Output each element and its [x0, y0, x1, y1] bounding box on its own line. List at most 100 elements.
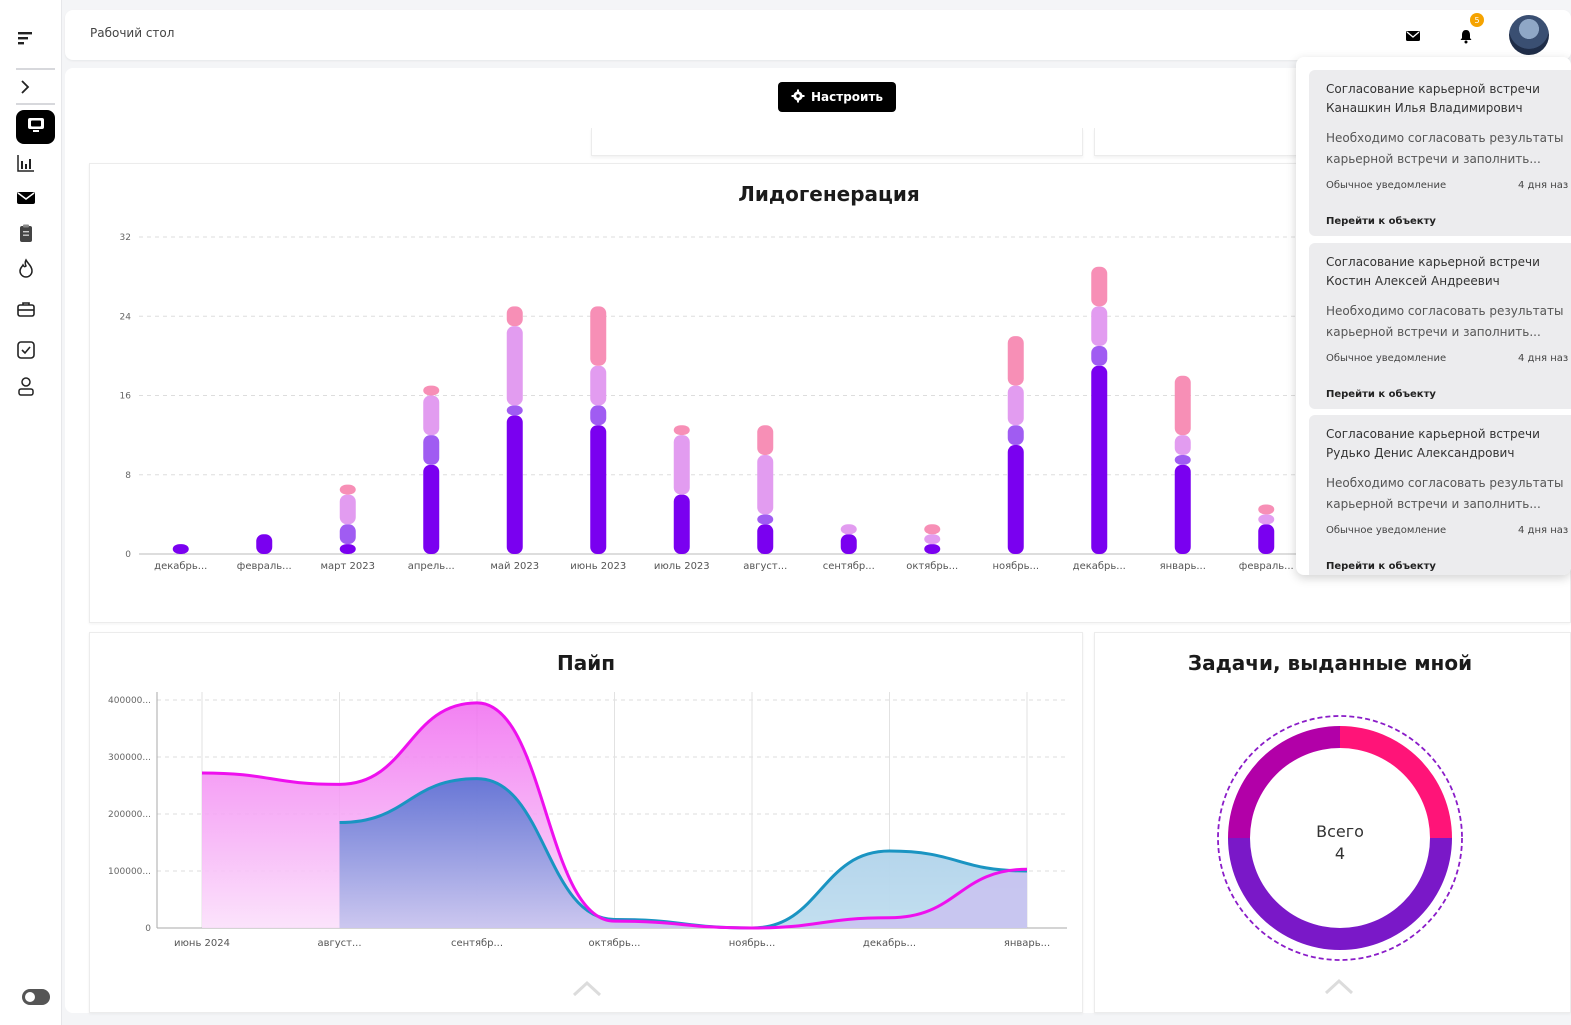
pipe-chart: 0 100000... 200000... 300000... 400000... июн…	[108, 692, 1067, 949]
bar-segment	[1007, 425, 1024, 446]
mail-icon[interactable]	[1401, 24, 1425, 48]
x-tick-label: июнь 2024	[174, 938, 230, 949]
sidebar-item-mail[interactable]	[16, 183, 56, 213]
sidebar-item-profile[interactable]	[16, 371, 56, 401]
y-tick-label: 100000...	[108, 867, 151, 877]
bar-segment	[924, 524, 941, 535]
theme-toggle[interactable]	[22, 989, 50, 1005]
bar-segment	[1091, 345, 1108, 366]
configure-button[interactable]: Настроить	[778, 82, 896, 112]
notification-meta: Обычное уведомление 4 дня наз	[1326, 525, 1571, 539]
bar-segment	[172, 544, 189, 554]
page-title: Рабочий стол	[90, 26, 175, 40]
bar-chart-icon	[16, 153, 36, 173]
bar-segment	[339, 494, 356, 525]
bar-segment	[1258, 524, 1275, 554]
x-tick-label: август...	[317, 938, 361, 949]
mail-icon	[16, 190, 36, 206]
sidebar-divider	[16, 103, 55, 105]
bar-segment	[506, 306, 523, 327]
bar-segment	[506, 326, 523, 406]
bell-icon[interactable]	[1454, 24, 1478, 48]
bar-segment	[423, 464, 440, 554]
x-tick-label: ноябрь...	[992, 561, 1039, 572]
sidebar-item-desktop[interactable]	[16, 110, 55, 144]
sidebar-item-analytics[interactable]	[16, 148, 56, 178]
sidebar-item-documents[interactable]	[16, 218, 56, 248]
y-tick-label: 8	[125, 471, 131, 481]
notification-type: Обычное уведомление	[1326, 525, 1447, 536]
bar-segment	[757, 425, 774, 455]
notification-item[interactable]: Согласование карьерной встречи Рудько Де…	[1309, 415, 1571, 575]
x-tick-label: май 2023	[490, 561, 539, 572]
bar-segment	[757, 524, 774, 554]
checkbox-icon	[16, 340, 36, 360]
bar-segment	[339, 544, 356, 554]
x-tick-label: январь...	[1160, 561, 1206, 572]
bar-segment	[924, 544, 941, 554]
avatar[interactable]	[1509, 15, 1549, 55]
y-tick-label: 200000...	[108, 810, 151, 820]
sidebar	[0, 0, 62, 1025]
bar-segment	[840, 524, 857, 535]
x-tick-label: март 2023	[321, 561, 375, 572]
bar-segment	[339, 484, 356, 495]
x-tick-label: июль 2023	[654, 561, 710, 572]
x-tick-label: октябрь...	[589, 938, 641, 949]
bar-segment	[590, 365, 607, 406]
notification-body-line: Необходимо согласовать результаты	[1326, 476, 1564, 490]
notification-type: Обычное уведомление	[1326, 180, 1447, 191]
x-tick-label: июнь 2023	[570, 561, 626, 572]
configure-label: Настроить	[811, 90, 883, 104]
y-tick-label: 24	[120, 312, 132, 322]
chevron-right-icon[interactable]	[16, 72, 56, 102]
notification-time: 4 дня наз	[1518, 525, 1569, 536]
menu-icon[interactable]	[16, 23, 56, 53]
bar-segment	[256, 534, 273, 554]
bar-segment	[673, 425, 690, 436]
clipboard-icon	[16, 223, 36, 243]
notification-body-line: Необходимо согласовать результаты	[1326, 131, 1564, 145]
collapse-icon[interactable]	[1323, 976, 1355, 996]
notification-title: Согласование карьерной встречи	[1326, 255, 1540, 269]
notification-link[interactable]: Перейти к объекту	[1326, 389, 1571, 400]
bar-segment	[1174, 375, 1191, 436]
notification-link[interactable]: Перейти к объекту	[1326, 561, 1571, 572]
bar-segment	[1091, 365, 1108, 554]
bar-segment	[590, 306, 607, 366]
notification-body-line: карьерной встречи и заполнить...	[1326, 325, 1541, 339]
sidebar-item-hot[interactable]	[16, 254, 56, 284]
user-icon	[16, 375, 36, 397]
notification-body: Необходимо согласовать результаты карьер…	[1326, 128, 1571, 170]
notification-meta: Обычное уведомление 4 дня наз	[1326, 180, 1571, 194]
x-tick-label: февраль...	[1239, 561, 1294, 572]
x-tick-label: сентябр...	[451, 938, 503, 949]
briefcase-icon	[16, 299, 36, 319]
y-tick-label: 16	[120, 392, 132, 402]
x-tick-label: февраль...	[237, 561, 292, 572]
collapse-icon[interactable]	[571, 978, 603, 998]
x-tick-label: апрель...	[408, 561, 455, 572]
x-tick-label: декабрь...	[863, 938, 916, 949]
x-tick-label: октябрь...	[906, 561, 958, 572]
notification-subtitle: Костин Алексей Андреевич	[1326, 274, 1500, 288]
bar-segment	[423, 385, 440, 396]
sidebar-item-tasks[interactable]	[16, 335, 56, 365]
notification-time: 4 дня наз	[1518, 180, 1569, 191]
notification-link[interactable]: Перейти к объекту	[1326, 216, 1571, 227]
bar-segment	[1007, 385, 1024, 426]
notification-item[interactable]: Согласование карьерной встречи Костин Ал…	[1309, 243, 1571, 409]
x-tick-label: декабрь...	[1073, 561, 1126, 572]
tasks-chart-title: Задачи, выданные мной	[1187, 651, 1473, 675]
notification-item[interactable]: Согласование карьерной встречи Канашкин …	[1309, 70, 1571, 236]
bar-segment	[1174, 464, 1191, 554]
sidebar-item-portfolio[interactable]	[16, 294, 56, 324]
y-tick-label: 32	[120, 233, 131, 243]
notification-title: Согласование карьерной встречи	[1326, 427, 1540, 441]
y-tick-label: 300000...	[108, 753, 151, 763]
top-bar: Рабочий стол 5	[65, 10, 1571, 60]
gear-icon	[791, 89, 805, 106]
x-tick-label: сентябр...	[823, 561, 875, 572]
bar-segment	[1174, 454, 1191, 465]
bar-segment	[423, 435, 440, 465]
